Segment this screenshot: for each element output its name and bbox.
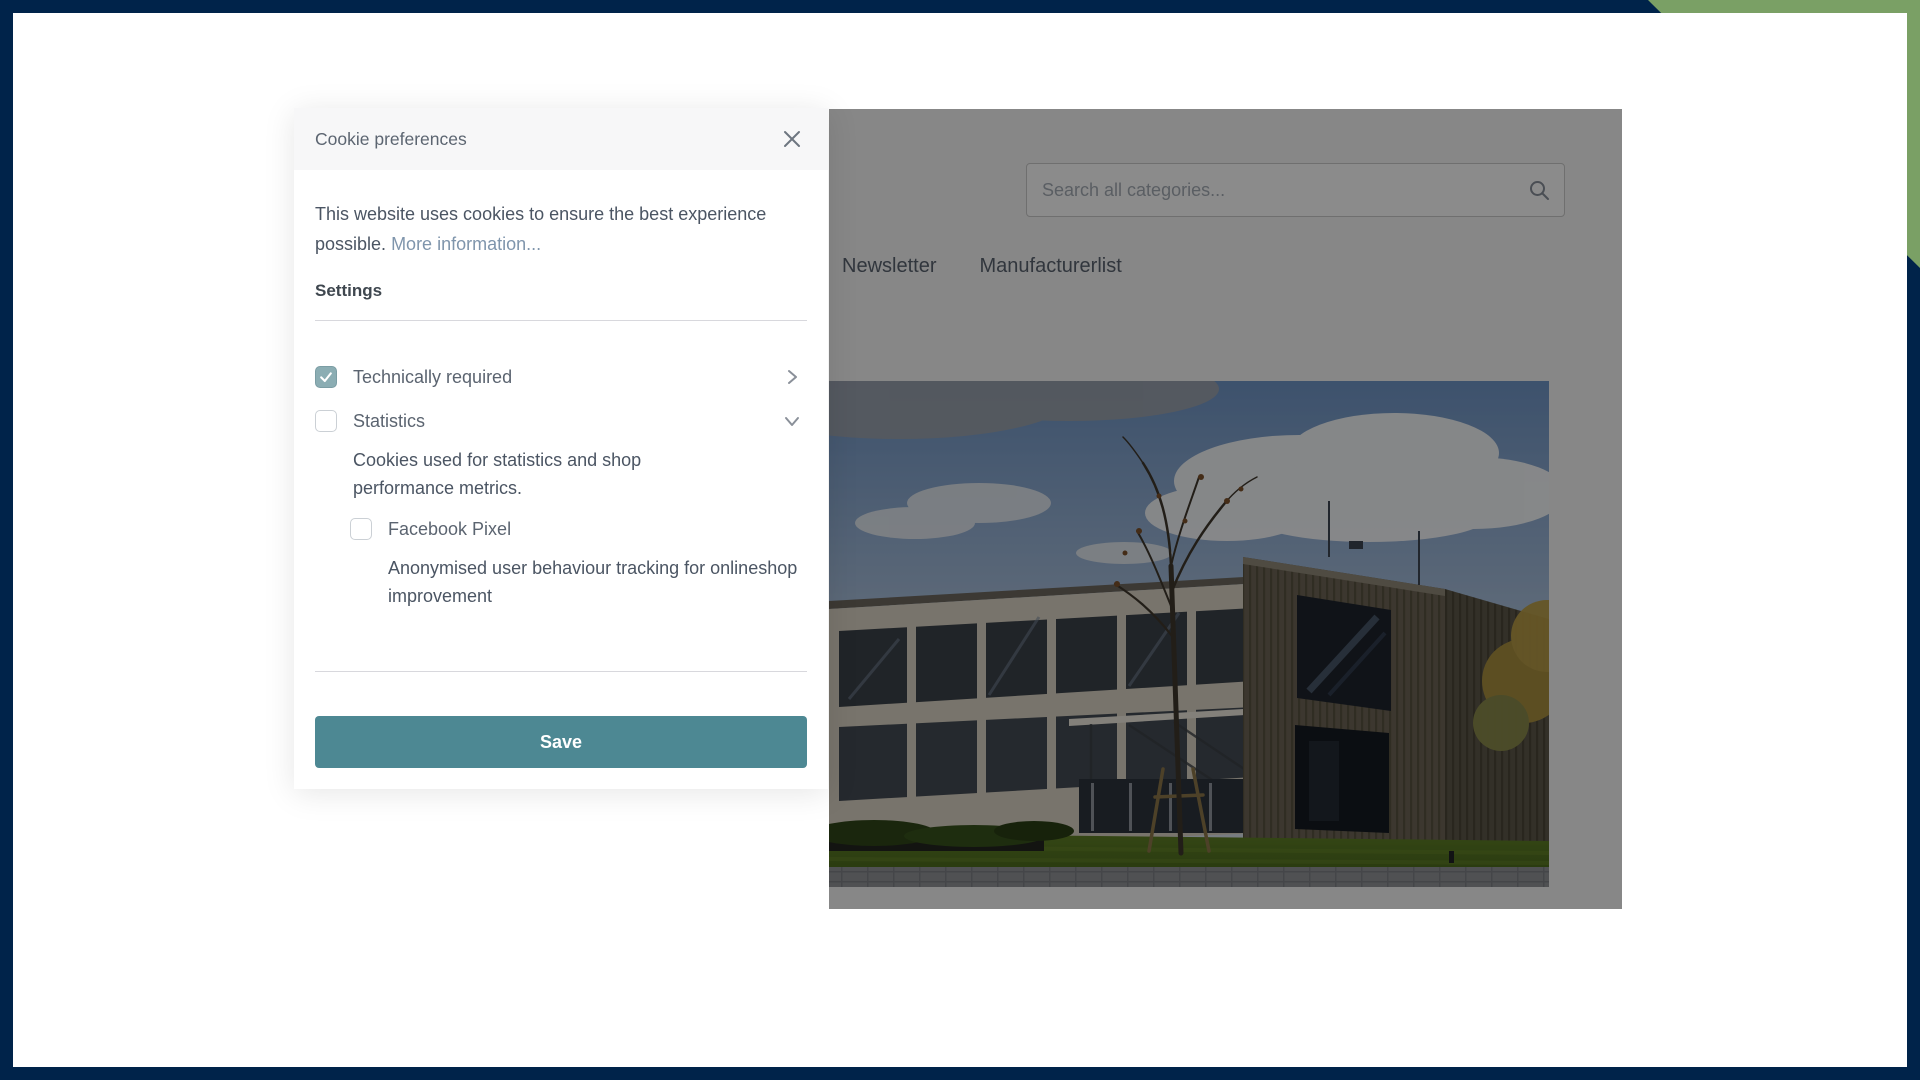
search-input[interactable] <box>1026 163 1565 217</box>
technically-required-checkbox[interactable] <box>315 366 337 388</box>
search-icon[interactable] <box>1527 178 1551 202</box>
close-icon[interactable] <box>777 124 807 154</box>
divider <box>315 320 807 321</box>
cookie-preferences-modal: Cookie preferences This website uses coo… <box>294 108 828 789</box>
hero-image <box>829 381 1549 887</box>
option-row-facebook-pixel: Facebook Pixel <box>350 516 807 542</box>
facebook-pixel-description: Anonymised user behaviour tracking for o… <box>388 554 800 610</box>
dimmed-page: Newsletter Manufacturerlist <box>829 109 1622 909</box>
cookie-intro-paragraph: This website uses cookies to ensure the … <box>315 199 775 259</box>
nav-link-manufacturerlist[interactable]: Manufacturerlist <box>979 255 1121 278</box>
option-row-technically-required: Technically required <box>315 364 807 390</box>
facebook-pixel-label: Facebook Pixel <box>388 519 511 540</box>
main-navigation: Newsletter Manufacturerlist <box>842 255 1122 278</box>
chevron-right-icon[interactable] <box>782 367 802 387</box>
more-information-link[interactable]: More information... <box>391 234 541 254</box>
statistics-description: Cookies used for statistics and shop per… <box>353 446 713 502</box>
option-row-statistics: Statistics <box>315 408 807 434</box>
statistics-label: Statistics <box>353 411 425 432</box>
modal-title: Cookie preferences <box>315 129 467 150</box>
settings-heading: Settings <box>315 281 807 301</box>
chevron-down-icon[interactable] <box>782 411 802 431</box>
facebook-pixel-checkbox[interactable] <box>350 518 372 540</box>
divider <box>315 671 807 672</box>
modal-body: This website uses cookies to ensure the … <box>294 199 828 789</box>
statistics-checkbox[interactable] <box>315 410 337 432</box>
save-button[interactable]: Save <box>315 716 807 768</box>
page-canvas: Newsletter Manufacturerlist <box>13 13 1907 1067</box>
technically-required-label: Technically required <box>353 367 512 388</box>
modal-header: Cookie preferences <box>294 108 828 170</box>
nav-link-newsletter[interactable]: Newsletter <box>842 255 936 278</box>
search-bar <box>1026 163 1565 217</box>
